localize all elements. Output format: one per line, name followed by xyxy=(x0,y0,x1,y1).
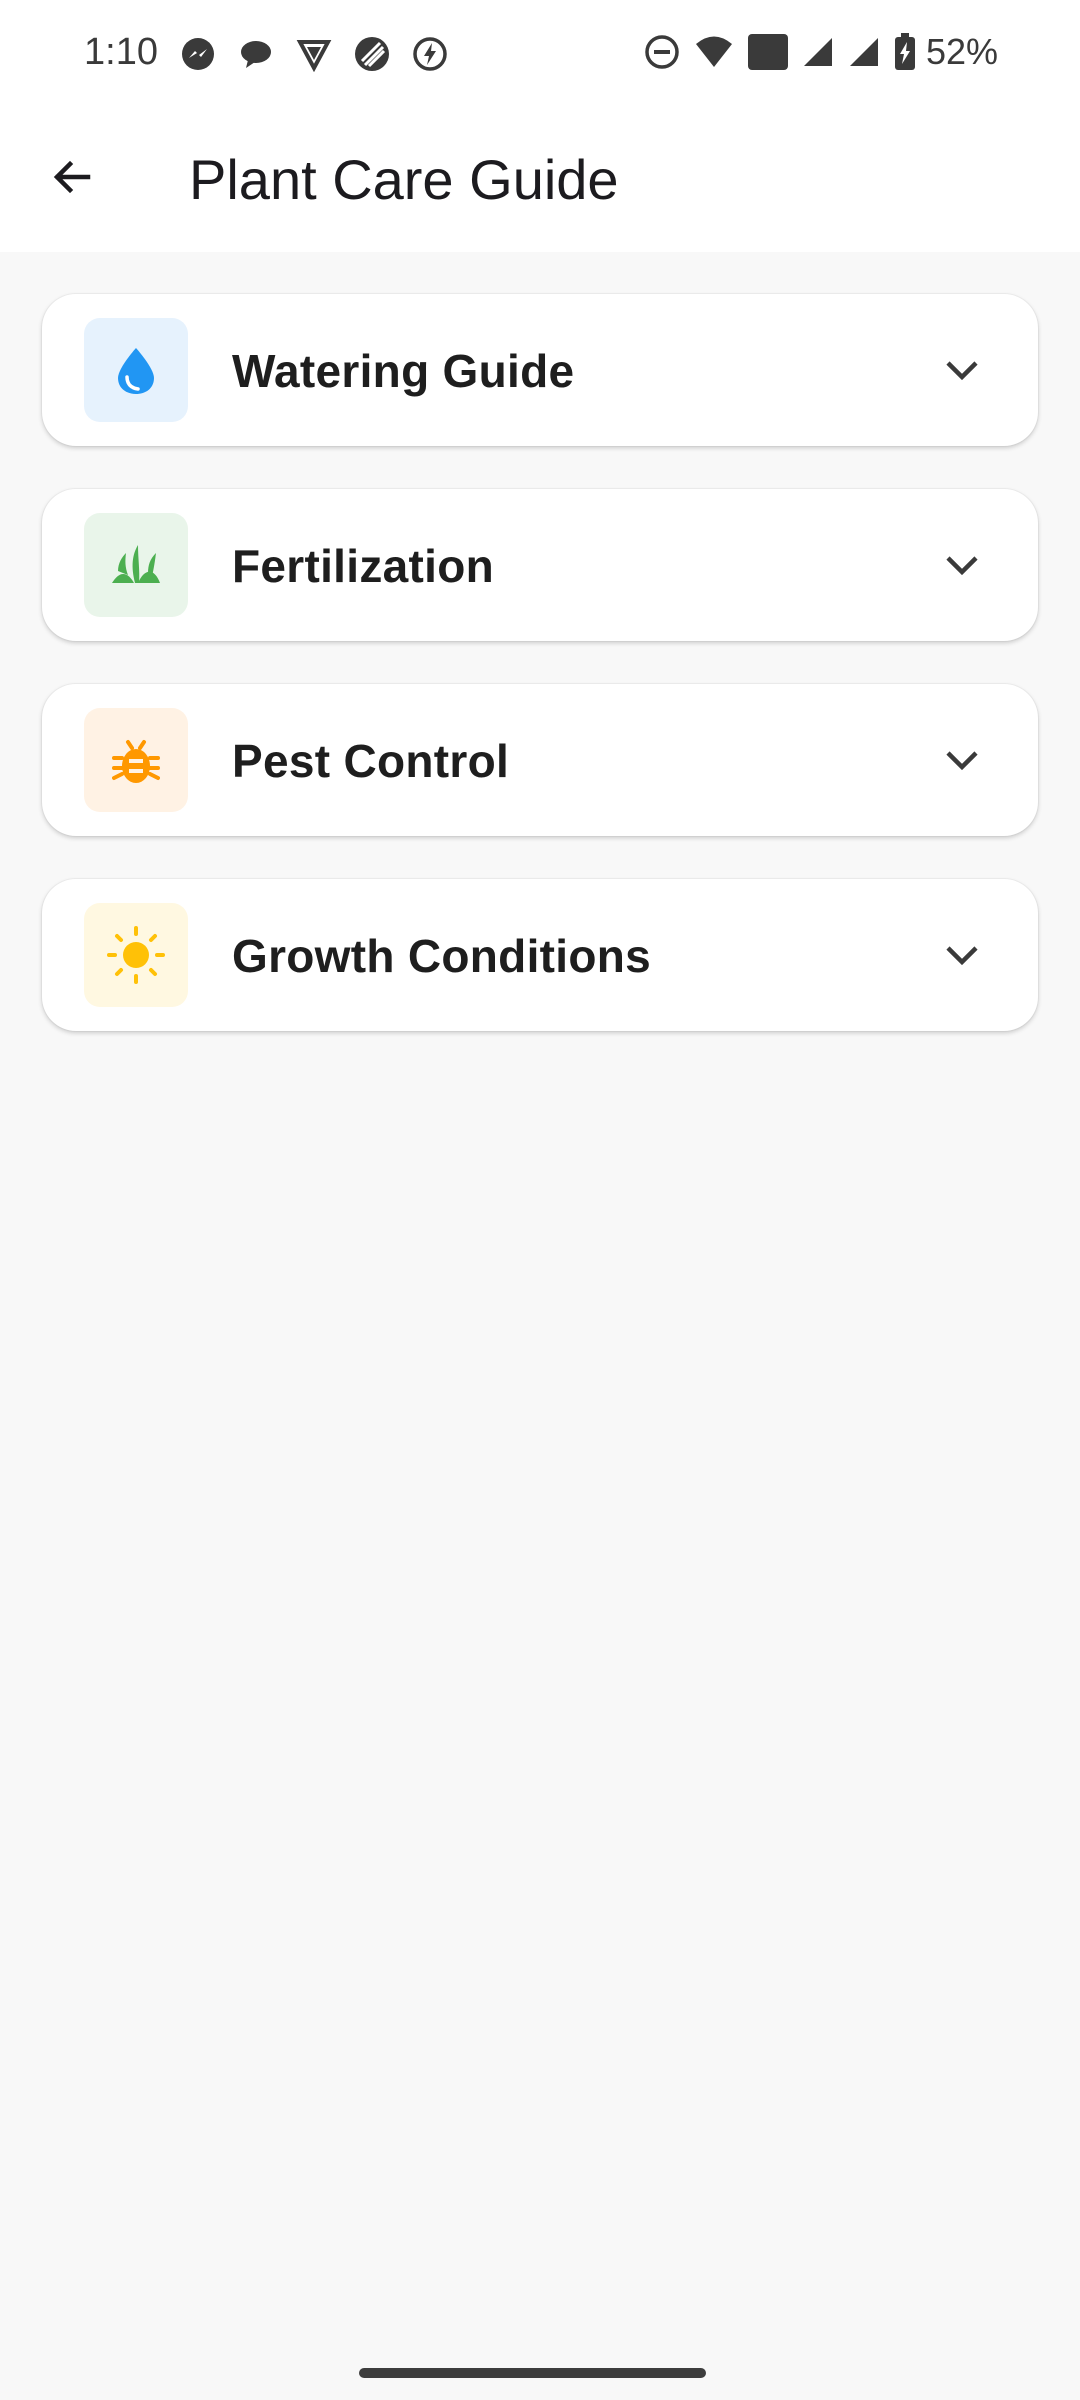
section-card-fertilization[interactable]: Fertilization xyxy=(42,489,1038,641)
chat-bubble-icon xyxy=(236,34,276,74)
section-card-growth-conditions[interactable]: Growth Conditions xyxy=(42,879,1038,1031)
arrow-back-icon xyxy=(48,153,96,206)
signal-icon xyxy=(848,32,880,72)
bug-icon xyxy=(84,708,188,812)
sun-icon xyxy=(84,903,188,1007)
chevron-down-icon[interactable] xyxy=(938,346,986,394)
bolt-icon xyxy=(410,34,450,74)
page-title: Plant Care Guide xyxy=(189,148,619,211)
battery-charging-icon xyxy=(894,32,916,72)
back-button[interactable] xyxy=(34,141,110,217)
do-not-disturb-icon xyxy=(644,32,680,72)
section-card-pest-control[interactable]: Pest Control xyxy=(42,684,1038,836)
section-title: Pest Control xyxy=(232,735,510,787)
status-bar: 1:10 52% xyxy=(0,0,1080,105)
section-title: Fertilization xyxy=(232,540,495,592)
vpn-shield-icon xyxy=(294,34,334,74)
messenger-icon xyxy=(178,34,218,74)
wifi-icon xyxy=(694,32,734,72)
water-drop-icon xyxy=(84,318,188,422)
grass-icon xyxy=(84,513,188,617)
chevron-down-icon[interactable] xyxy=(938,736,986,784)
section-card-watering[interactable]: Watering Guide xyxy=(42,294,1038,446)
section-title: Growth Conditions xyxy=(232,930,652,982)
chevron-down-icon[interactable] xyxy=(938,541,986,589)
app-bar: Plant Care Guide xyxy=(0,105,1080,252)
notification-icons xyxy=(178,34,468,74)
gesture-nav-handle[interactable] xyxy=(359,2368,706,2378)
system-status-icons: 52% xyxy=(630,28,998,76)
volte-icon xyxy=(747,32,788,72)
game-app-icon xyxy=(352,34,392,74)
status-time: 1:10 xyxy=(84,31,158,73)
chevron-down-icon[interactable] xyxy=(938,931,986,979)
signal-icon xyxy=(802,32,834,72)
battery-percentage: 52% xyxy=(925,31,998,72)
section-title: Watering Guide xyxy=(232,345,575,397)
